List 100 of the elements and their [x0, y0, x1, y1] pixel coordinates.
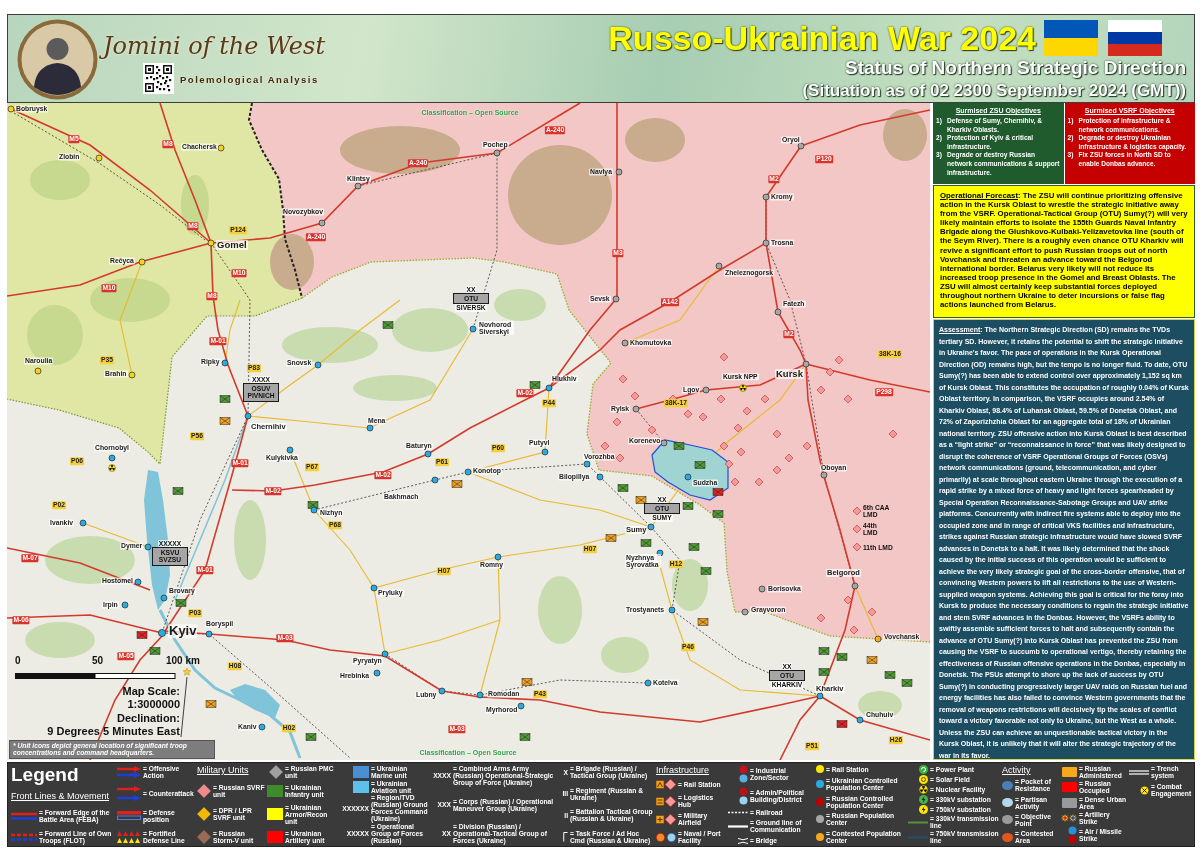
- radiation-icon: [919, 785, 928, 794]
- ukrainian-unit-icon: [205, 700, 217, 708]
- map-scale-text: Declination:: [117, 711, 180, 726]
- scale-label: 50: [92, 655, 104, 666]
- reservoir: [230, 684, 280, 718]
- legend-heading: Infrastructure: [656, 765, 710, 775]
- bridge-icon: [738, 837, 748, 844]
- railroad-line-icon: [728, 810, 748, 814]
- situation-date: (Situation as of 02 2300 September 2024 (GMT)): [802, 80, 1186, 102]
- solar-icon: [919, 775, 928, 784]
- ukrainian-unit-icon: [712, 510, 724, 518]
- ukrainian-unit-icon: [673, 442, 685, 450]
- ukrainian-unit-icon: [688, 543, 700, 551]
- forest-area: [672, 559, 708, 611]
- crossed-circle-icon: [1140, 785, 1149, 795]
- forest-area: [30, 160, 90, 200]
- ukrainian-unit-icon: [818, 668, 830, 676]
- forest-area: [883, 109, 927, 161]
- industrial-icon: [739, 765, 748, 783]
- map-scale-text: 9 Degrees 5 Minutes East: [47, 725, 180, 739]
- admin-building-icon: [739, 786, 748, 805]
- scale-label: 100 km: [166, 655, 200, 666]
- ukrainian-unit-icon: [149, 647, 161, 655]
- double-arrow-icon: [117, 766, 141, 778]
- legend-title: Legend: [11, 765, 79, 784]
- front-line-icon: [11, 811, 37, 820]
- tagline: Polemological Analysis: [180, 74, 319, 85]
- russian-unit-icon: [719, 352, 729, 362]
- ukrainian-unit-icon: [617, 484, 629, 492]
- scale-label: 0: [15, 655, 21, 666]
- russian-unit-icon: [612, 417, 622, 427]
- map-title: Russo-Ukrainian War 2024: [608, 19, 1036, 57]
- city-label: Gomel: [216, 240, 248, 250]
- russian-unit-icon: [843, 595, 853, 605]
- ukrainian-unit-icon: [635, 496, 647, 504]
- ukrainian-unit-icon: [605, 534, 617, 542]
- ukrainian-unit-icon: [519, 733, 531, 741]
- logistics-hub-icon: [656, 795, 676, 807]
- map-subtitle: Status of Northern Strategic Direction: [845, 57, 1186, 79]
- forest-area: [625, 118, 685, 162]
- forest-area: [181, 175, 209, 235]
- ukrainian-unit-icon: [640, 539, 652, 547]
- road-line-icon: [728, 824, 748, 828]
- russian-unit-icon: [843, 394, 853, 404]
- ukrainian-unit-icon: [451, 480, 463, 488]
- ukrainian-unit-icon: [697, 618, 709, 626]
- missile-strike-icon: [1068, 826, 1077, 844]
- russian-unit-icon: [816, 613, 826, 623]
- russian-unit-icon: [888, 429, 898, 439]
- russian-unit-icon: [772, 429, 782, 439]
- flag-icon: [1108, 20, 1162, 56]
- ukrainian-unit-icon: [305, 733, 317, 741]
- map-scale-text: Map Scale:: [122, 685, 180, 699]
- ukrainian-unit-icon: [682, 502, 694, 510]
- legend-heading: Activity: [1002, 765, 1031, 775]
- city-label: Kyiv: [168, 624, 198, 638]
- rail-station-icon: [656, 779, 676, 790]
- triangle-row-icon: [117, 831, 141, 843]
- ukrainian-unit-icon: [884, 671, 896, 679]
- qr-code-icon: [143, 63, 174, 94]
- radiation-icon: [108, 464, 116, 472]
- defense-line-icon: [117, 811, 141, 821]
- forest-area: [25, 622, 95, 658]
- forest-area: [538, 576, 582, 644]
- power-plant-icon: [919, 765, 928, 774]
- ukrainian-unit-icon: [382, 321, 394, 329]
- dashed-line-icon: [11, 833, 37, 841]
- trench-line-icon: [1129, 769, 1149, 775]
- explosion-icon: [1061, 813, 1077, 822]
- ukrainian-unit-icon: [136, 631, 148, 639]
- ukrainian-unit-icon: [836, 653, 848, 661]
- ukrainian-unit-icon: [172, 487, 184, 495]
- legend-heading: Front Lines & Movement: [11, 791, 110, 802]
- ukrainian-unit-icon: [219, 417, 231, 425]
- map-scale-text: 1:3000000: [127, 698, 180, 712]
- ukrainian-unit-icon: [866, 656, 878, 664]
- forest-area: [27, 305, 83, 365]
- radiation-icon: [739, 384, 747, 392]
- forest-area: [601, 637, 649, 673]
- russian-unit-icon: [647, 425, 657, 435]
- ukrainian-unit-icon: [836, 720, 848, 728]
- city-label: Kursk: [775, 369, 804, 379]
- ukrainian-unit-icon: [175, 599, 187, 607]
- airfield-icon: [656, 813, 676, 825]
- legend-heading: Military Units: [197, 765, 249, 775]
- ukrainian-unit-icon: [219, 395, 231, 403]
- ukrainian-unit-icon: [818, 647, 830, 655]
- ukrainian-unit-icon: [694, 461, 706, 469]
- bracket-icon: [563, 831, 568, 842]
- flag-icon: [1044, 20, 1098, 56]
- ukrainian-unit-icon: [529, 381, 541, 389]
- port-icon: [656, 832, 676, 842]
- ukrainian-unit-icon: [901, 679, 913, 687]
- declination-line: [180, 676, 188, 738]
- ukrainian-unit-icon: [712, 488, 724, 496]
- star-icon: [183, 667, 191, 676]
- double-arrow-icon: [117, 786, 141, 802]
- ukrainian-unit-icon: [521, 678, 533, 686]
- ukrainian-unit-icon: [700, 567, 712, 575]
- forest-area: [494, 289, 546, 321]
